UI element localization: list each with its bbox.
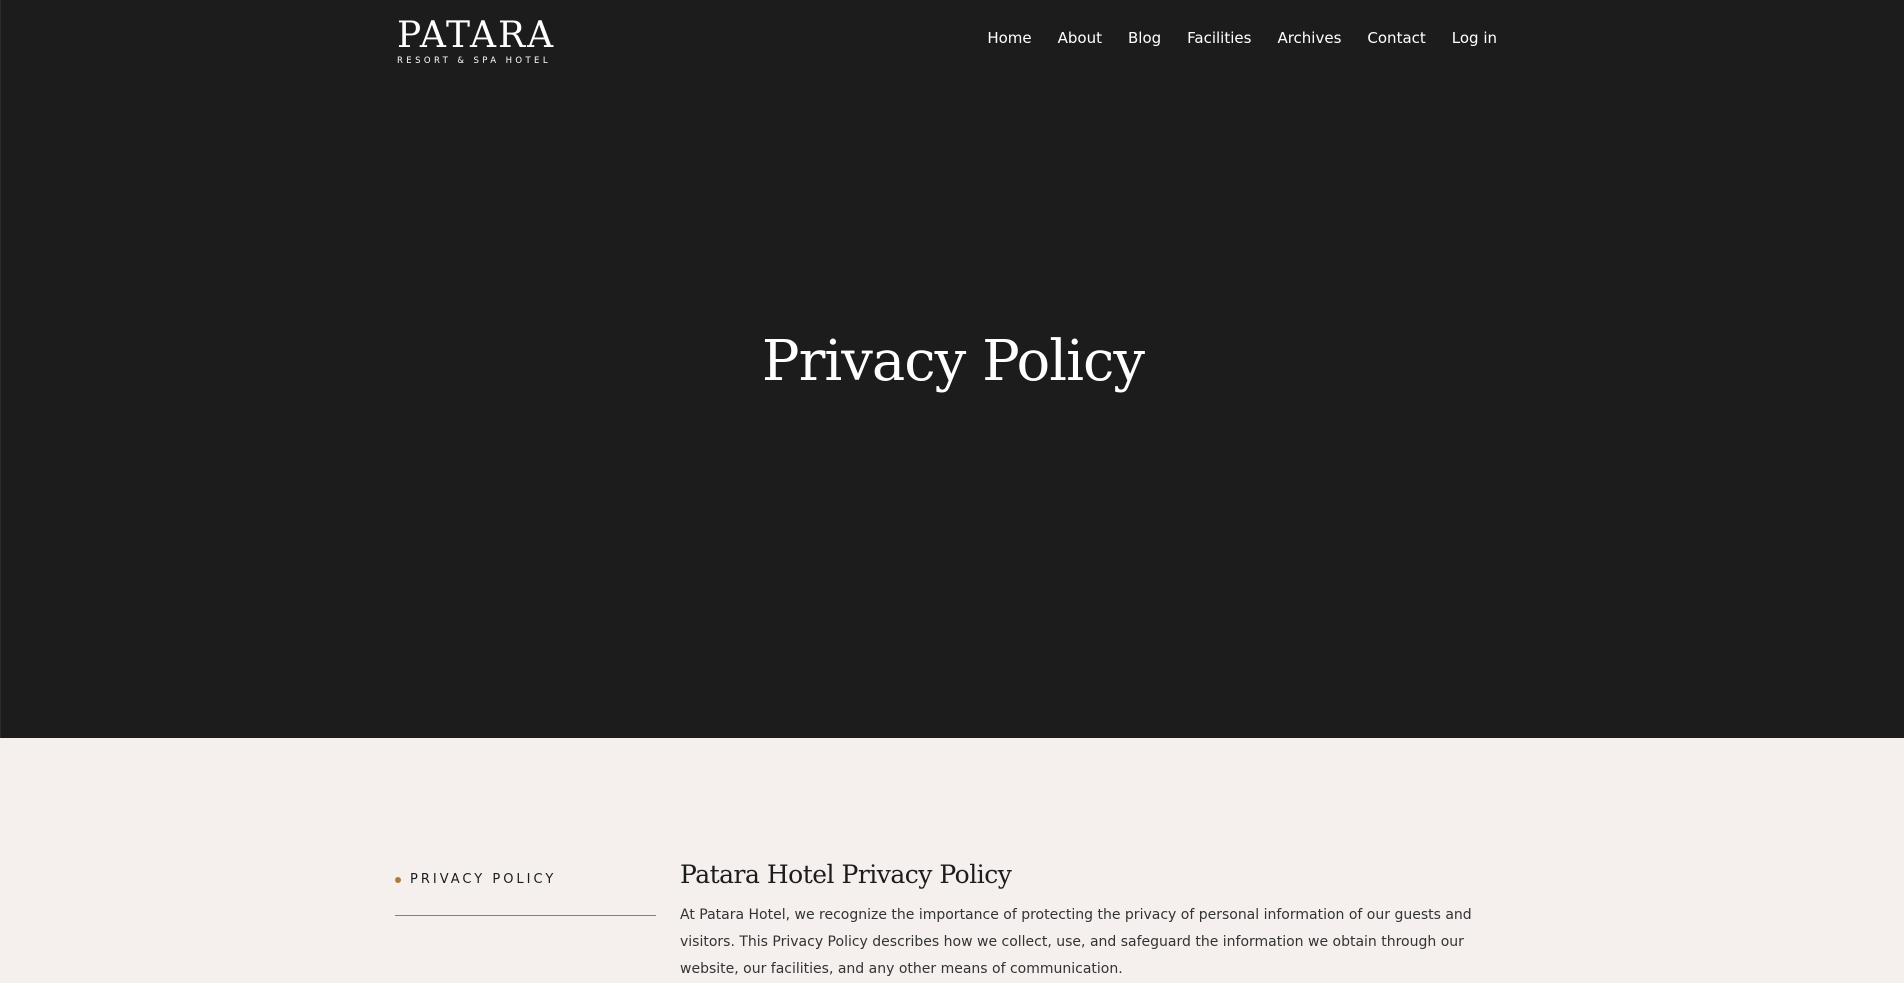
content-section: PRIVACY POLICY Patara Hotel Privacy Poli… [0,738,1904,977]
main-nav: Home About Blog Facilities Archives Cont… [987,27,1497,49]
nav-item-blog[interactable]: Blog [1128,27,1161,49]
sidebar: PRIVACY POLICY [395,866,656,916]
nav-item-facilities[interactable]: Facilities [1187,27,1251,49]
policy-article: Patara Hotel Privacy Policy At Patara Ho… [680,858,1520,983]
nav-item-login[interactable]: Log in [1452,27,1497,49]
hero-section: PATARA RESORT & SPA HOTEL Home About Blo… [0,0,1904,738]
brand-tagline: RESORT & SPA HOTEL [397,56,551,66]
nav-item-contact[interactable]: Contact [1367,27,1425,49]
nav-item-archives[interactable]: Archives [1277,27,1341,49]
sidebar-item-privacy-policy[interactable]: PRIVACY POLICY [395,866,656,916]
sidebar-item-label: PRIVACY POLICY [410,872,557,887]
brand-name: PATARA [397,15,556,56]
nav-item-about[interactable]: About [1058,27,1102,49]
active-dot-icon [395,876,401,883]
article-intro: At Patara Hotel, we recognize the import… [680,907,1472,977]
nav-item-home[interactable]: Home [987,27,1031,49]
page-title: Privacy Policy [761,329,1145,394]
brand-logo[interactable]: PATARA RESORT & SPA HOTEL [397,17,555,67]
article-title: Patara Hotel Privacy Policy [680,860,1012,889]
